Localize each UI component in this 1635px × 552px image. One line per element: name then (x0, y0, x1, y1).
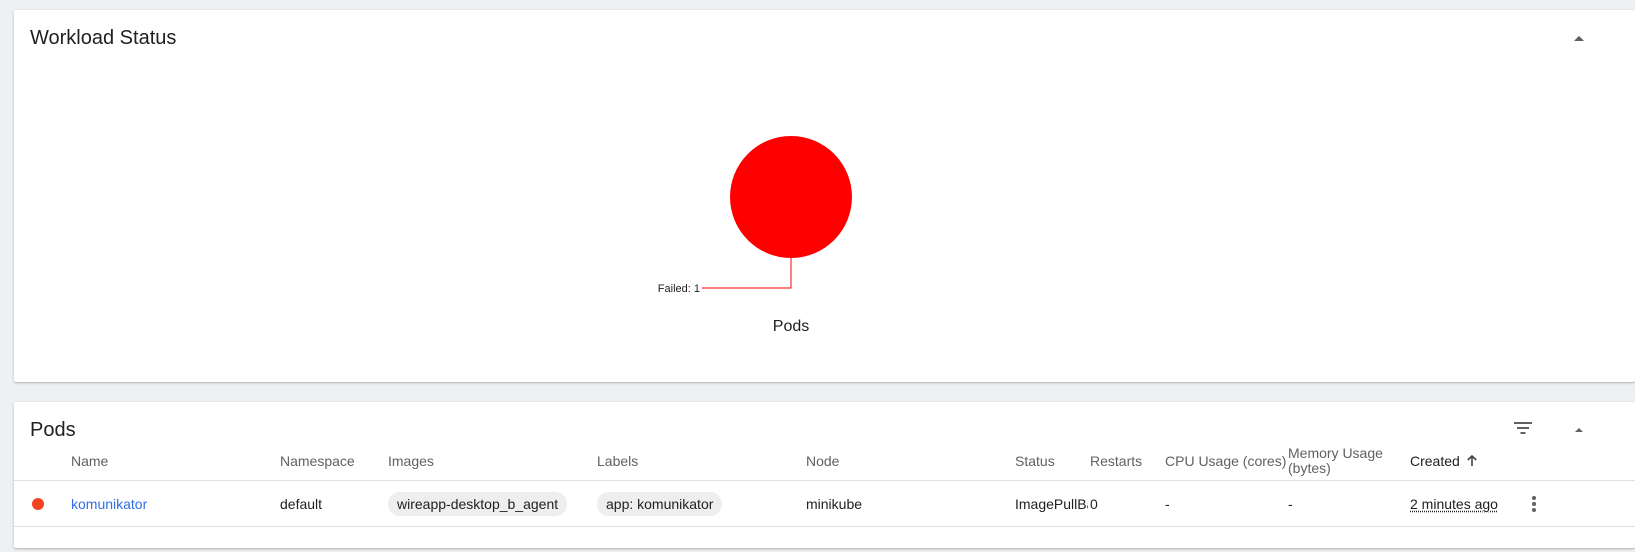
pod-status-cell: ImagePullBackOff (1015, 495, 1088, 512)
pods-table: Name Namespace Images Labels Node Status… (14, 442, 1635, 527)
column-header-name[interactable]: Name (71, 442, 108, 480)
pod-labels-cell: app: komunikator (597, 481, 723, 526)
failed-label: Failed: 1 (658, 283, 700, 295)
pod-node-cell: minikube (806, 495, 863, 512)
filter-icon (1513, 421, 1533, 440)
column-header-created[interactable]: Created (1410, 442, 1478, 480)
row-actions (1524, 481, 1544, 526)
filter-button[interactable] (1509, 416, 1537, 444)
column-header-cpu: CPU Usage (cores) (1165, 452, 1287, 469)
pod-name-cell: komunikator (71, 481, 147, 526)
image-chip: wireapp-desktop_b_agent (388, 491, 568, 516)
column-header-labels: Labels (597, 452, 639, 469)
column-header-restarts: Restarts (1090, 452, 1143, 469)
chevron-up-icon (1573, 426, 1585, 434)
pod-name-link[interactable]: komunikator (71, 496, 147, 512)
pods-pie-chart: Failed: 1 Pods (658, 136, 852, 335)
label-chip: app: komunikator (597, 491, 723, 516)
column-header-node: Node (806, 452, 840, 469)
created-time: 2 minutes ago (1410, 495, 1498, 512)
arrow-up-icon (1466, 455, 1478, 467)
more-vert-icon[interactable] (1524, 492, 1544, 516)
column-header-images: Images (388, 452, 434, 469)
table-row[interactable]: komunikator default wireapp-desktop_b_ag… (14, 481, 1635, 527)
column-header-memory: Memory Usage (bytes) (1288, 442, 1383, 480)
column-header-memory-line1: Memory Usage (1288, 445, 1383, 461)
pod-created-cell: 2 minutes ago (1410, 481, 1498, 526)
status-dot (32, 497, 44, 510)
chart-caption: Pods (773, 318, 809, 335)
pie-slice-failed (730, 136, 852, 258)
status-indicator (32, 481, 44, 526)
table-header: Name Namespace Images Labels Node Status… (14, 442, 1635, 481)
column-header-memory-line2: (bytes) (1288, 460, 1331, 476)
pods-title: Pods (30, 419, 76, 441)
failed-leader-line (702, 258, 792, 289)
pod-restarts-cell: 0 (1090, 495, 1098, 512)
collapse-pods-button[interactable] (1565, 416, 1593, 444)
pod-cpu-cell: - (1165, 495, 1170, 512)
column-header-created-label: Created (1410, 452, 1460, 469)
pod-memory-cell: - (1288, 495, 1293, 512)
pod-namespace-cell: default (280, 495, 323, 512)
column-header-namespace: Namespace (280, 452, 355, 469)
workload-status-card: Workload Status Failed: 1 Pods (14, 10, 1635, 382)
pods-card: Pods Name Namespace Images Labels Node S… (14, 402, 1635, 548)
pod-image-cell: wireapp-desktop_b_agent (388, 481, 568, 526)
column-header-status: Status (1015, 452, 1055, 469)
